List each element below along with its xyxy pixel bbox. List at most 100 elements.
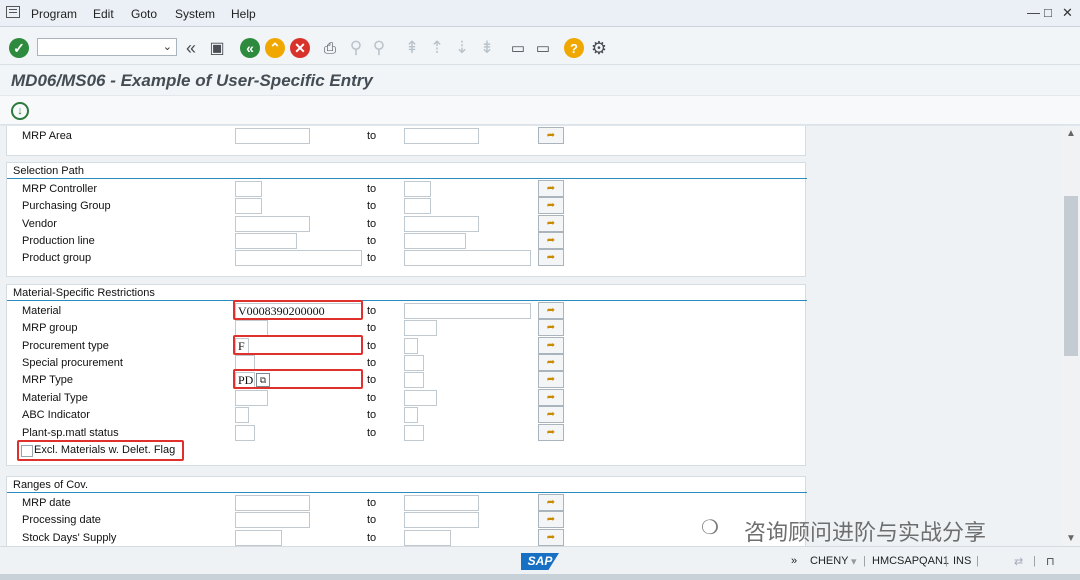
material-to-input[interactable] bbox=[404, 303, 531, 319]
find-next-icon: ⚲ bbox=[372, 38, 386, 57]
execute-icon[interactable]: ↓ bbox=[11, 102, 29, 120]
procurement-type-to-input[interactable] bbox=[404, 338, 418, 354]
abc-indicator-to-input[interactable] bbox=[404, 407, 418, 423]
mrp-controller-label: MRP Controller bbox=[22, 183, 97, 195]
production-line-from-input[interactable] bbox=[235, 233, 297, 249]
stock-days-supply-multiple-selection-button[interactable]: ➦ bbox=[538, 529, 564, 546]
plant-matl-status-to-input[interactable] bbox=[404, 425, 424, 441]
enter-icon[interactable]: ✓ bbox=[9, 38, 29, 58]
material-to-label: to bbox=[367, 305, 377, 317]
plant-matl-status-multiple-selection-button[interactable]: ➦ bbox=[538, 424, 564, 441]
selection-path-title: Selection Path bbox=[13, 165, 84, 177]
mrp-controller-to-input[interactable] bbox=[404, 181, 431, 197]
application-toolbar: ↓ bbox=[0, 95, 1080, 125]
save-icon[interactable]: ▣ bbox=[207, 38, 227, 58]
restore-icon[interactable]: □ bbox=[1044, 5, 1052, 20]
scrollbar-thumb[interactable] bbox=[1064, 196, 1078, 356]
mrp-date-multiple-selection-button[interactable]: ➦ bbox=[538, 494, 564, 511]
processing-date-from-input[interactable] bbox=[235, 512, 310, 528]
status-separator: | bbox=[1033, 555, 1036, 567]
mrp-type-label: MRP Type bbox=[22, 374, 73, 386]
mrp-area-to-input[interactable] bbox=[404, 128, 479, 144]
menu-program[interactable]: Program bbox=[31, 7, 77, 21]
procurement-type-multiple-selection-button[interactable]: ➦ bbox=[538, 337, 564, 354]
material-type-to-input[interactable] bbox=[404, 390, 437, 406]
highlight-box bbox=[233, 369, 363, 389]
product-group-label: Product group bbox=[22, 252, 92, 264]
material-type-from-input[interactable] bbox=[235, 390, 268, 406]
special-procurement-to-label: to bbox=[367, 357, 377, 369]
status-expand-icon[interactable]: » bbox=[791, 555, 797, 567]
special-procurement-to-input[interactable] bbox=[404, 355, 424, 371]
mrp-type-multiple-selection-button[interactable]: ➦ bbox=[538, 371, 564, 388]
mrp-area-from-input[interactable] bbox=[235, 128, 310, 144]
purchasing-group-to-input[interactable] bbox=[404, 198, 431, 214]
menu-help[interactable]: Help bbox=[231, 7, 256, 21]
product-group-multiple-selection-button[interactable]: ➦ bbox=[538, 249, 564, 266]
product-group-from-input[interactable] bbox=[235, 250, 362, 266]
mrp-area-panel: MRP Area to ➦ bbox=[6, 126, 806, 156]
production-line-to-input[interactable] bbox=[404, 233, 466, 249]
vendor-multiple-selection-button[interactable]: ➦ bbox=[538, 215, 564, 232]
production-line-label: Production line bbox=[22, 235, 95, 247]
cancel-icon[interactable]: ✕ bbox=[290, 38, 310, 58]
mrp-group-label: MRP group bbox=[22, 322, 78, 334]
abc-indicator-multiple-selection-button[interactable]: ➦ bbox=[538, 406, 564, 423]
minimize-icon[interactable]: — bbox=[1027, 5, 1040, 20]
vendor-to-input[interactable] bbox=[404, 216, 479, 232]
command-field[interactable]: ⌄ bbox=[37, 38, 177, 56]
material-multiple-selection-button[interactable]: ➦ bbox=[538, 302, 564, 319]
menu-goto[interactable]: Goto bbox=[131, 7, 157, 21]
mrp-controller-from-input[interactable] bbox=[235, 181, 262, 197]
processing-date-multiple-selection-button[interactable]: ➦ bbox=[538, 511, 564, 528]
purchasing-group-multiple-selection-button[interactable]: ➦ bbox=[538, 197, 564, 214]
processing-date-to-input[interactable] bbox=[404, 512, 479, 528]
status-mode[interactable]: INS bbox=[953, 555, 971, 567]
menu-edit[interactable]: Edit bbox=[93, 7, 114, 21]
material-type-to-label: to bbox=[367, 392, 377, 404]
close-window-icon[interactable]: ✕ bbox=[1062, 5, 1073, 21]
purchasing-group-to-label: to bbox=[367, 200, 377, 212]
multiple-selection-icon: ➦ bbox=[546, 374, 556, 385]
menu-system[interactable]: System bbox=[175, 7, 215, 21]
abc-indicator-from-input[interactable] bbox=[235, 407, 249, 423]
plant-matl-status-from-input[interactable] bbox=[235, 425, 255, 441]
help-icon[interactable]: ? bbox=[564, 38, 584, 58]
multiple-selection-icon: ➦ bbox=[546, 409, 556, 420]
vendor-from-input[interactable] bbox=[235, 216, 310, 232]
standard-toolbar: ✓ ⌄ « ▣ « ⌃ ✕ ⎙ ⚲ ⚲ ⇞ ⇡ ⇣ ⇟ ▭ ▭ ? ⚙ bbox=[0, 27, 1080, 65]
mrp-group-to-input[interactable] bbox=[404, 320, 437, 336]
mrp-area-multiple-selection-button[interactable]: ➦ bbox=[538, 127, 564, 144]
back-double-icon[interactable]: « bbox=[181, 38, 201, 58]
print-icon[interactable]: ⎙ bbox=[320, 38, 340, 58]
mrp-type-to-input[interactable] bbox=[404, 372, 424, 388]
scroll-down-icon[interactable]: ▼ bbox=[1064, 533, 1078, 544]
shortcut-icon[interactable]: ▭ bbox=[533, 38, 553, 58]
chevron-down-icon[interactable]: ▾ bbox=[851, 555, 857, 568]
exit-icon[interactable]: ⌃ bbox=[265, 38, 285, 58]
chevron-down-icon[interactable]: ⌄ bbox=[163, 40, 172, 53]
mrp-group-multiple-selection-button[interactable]: ➦ bbox=[538, 319, 564, 336]
stock-days-supply-from-input[interactable] bbox=[235, 530, 282, 546]
mrp-group-from-input[interactable] bbox=[235, 320, 268, 336]
create-session-icon[interactable]: ▭ bbox=[508, 38, 528, 58]
stock-days-supply-to-input[interactable] bbox=[404, 530, 451, 546]
mrp-date-from-input[interactable] bbox=[235, 495, 310, 511]
multiple-selection-icon: ➦ bbox=[546, 183, 556, 194]
vendor-to-label: to bbox=[367, 218, 377, 230]
material-restrictions-title: Material-Specific Restrictions bbox=[13, 287, 155, 299]
purchasing-group-from-input[interactable] bbox=[235, 198, 262, 214]
previous-page-icon: ⇡ bbox=[429, 38, 445, 57]
material-type-multiple-selection-button[interactable]: ➦ bbox=[538, 389, 564, 406]
multiple-selection-icon: ➦ bbox=[546, 427, 556, 438]
back-icon[interactable]: « bbox=[240, 38, 260, 58]
menu-bar: Program Edit Goto System Help — □ ✕ bbox=[0, 0, 1080, 27]
mrp-date-to-input[interactable] bbox=[404, 495, 479, 511]
product-group-to-input[interactable] bbox=[404, 250, 531, 266]
special-procurement-multiple-selection-button[interactable]: ➦ bbox=[538, 354, 564, 371]
system-menu-icon[interactable] bbox=[6, 6, 20, 18]
customize-layout-icon[interactable]: ⚙ bbox=[589, 38, 609, 58]
mrp-controller-multiple-selection-button[interactable]: ➦ bbox=[538, 180, 564, 197]
scroll-up-icon[interactable]: ▲ bbox=[1064, 128, 1078, 139]
production-line-multiple-selection-button[interactable]: ➦ bbox=[538, 232, 564, 249]
